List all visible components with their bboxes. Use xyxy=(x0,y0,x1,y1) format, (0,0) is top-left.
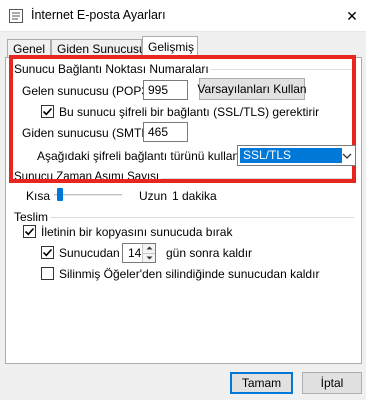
tab-general-label: Genel xyxy=(13,42,46,56)
spin-up-icon[interactable] xyxy=(143,244,155,253)
days-spinner-buttons xyxy=(142,244,155,262)
days-spinner[interactable]: 14 xyxy=(122,243,156,263)
days-suffix-label: gün sonra kaldır xyxy=(166,246,253,260)
chevron-down-icon xyxy=(339,146,355,165)
cancel-button-label: İptal xyxy=(320,376,344,390)
window-title: İnternet E-posta Ayarları xyxy=(31,8,166,22)
title-bar: İnternet E-posta Ayarları ✕ xyxy=(0,0,366,32)
remove-after-checkbox[interactable] xyxy=(41,246,54,259)
encryption-type-value: SSL/TLS xyxy=(240,148,342,163)
checkmark-icon xyxy=(24,227,35,236)
remove-after-label: Sunucudan xyxy=(59,246,120,260)
timeout-short-label: Kısa xyxy=(26,189,51,203)
close-button[interactable]: ✕ xyxy=(340,4,364,28)
timeout-slider-track xyxy=(54,194,122,196)
tab-outgoing-server-label: Giden Sunucusu xyxy=(57,42,146,56)
timeout-value: 1 dakika xyxy=(172,189,217,203)
leave-copy-checkbox[interactable] xyxy=(23,225,36,238)
remove-deleted-label: Silinmiş Öğeler'den silindiğinde sunucud… xyxy=(59,267,320,281)
timeout-slider[interactable] xyxy=(54,187,122,203)
tab-advanced-label: Gelişmiş xyxy=(148,40,195,54)
cancel-button[interactable]: İptal xyxy=(302,372,362,394)
close-icon: ✕ xyxy=(346,7,358,24)
spin-down-icon[interactable] xyxy=(143,252,155,262)
timeout-long-label: Uzun xyxy=(139,189,168,203)
leave-copy-label: İletinin bir kopyasını sunucuda bırak xyxy=(41,225,233,239)
encryption-type-select[interactable]: SSL/TLS xyxy=(237,145,356,166)
delivery-group-title: Teslim xyxy=(14,210,51,224)
remove-deleted-checkbox[interactable] xyxy=(41,267,54,280)
checkmark-icon xyxy=(42,248,53,257)
delivery-divider xyxy=(14,217,354,218)
ok-button[interactable]: Tamam xyxy=(230,372,293,394)
days-value: 14 xyxy=(128,246,142,260)
ok-button-label: Tamam xyxy=(241,376,282,390)
timeout-slider-thumb[interactable] xyxy=(57,188,63,201)
mail-settings-icon xyxy=(9,9,23,23)
